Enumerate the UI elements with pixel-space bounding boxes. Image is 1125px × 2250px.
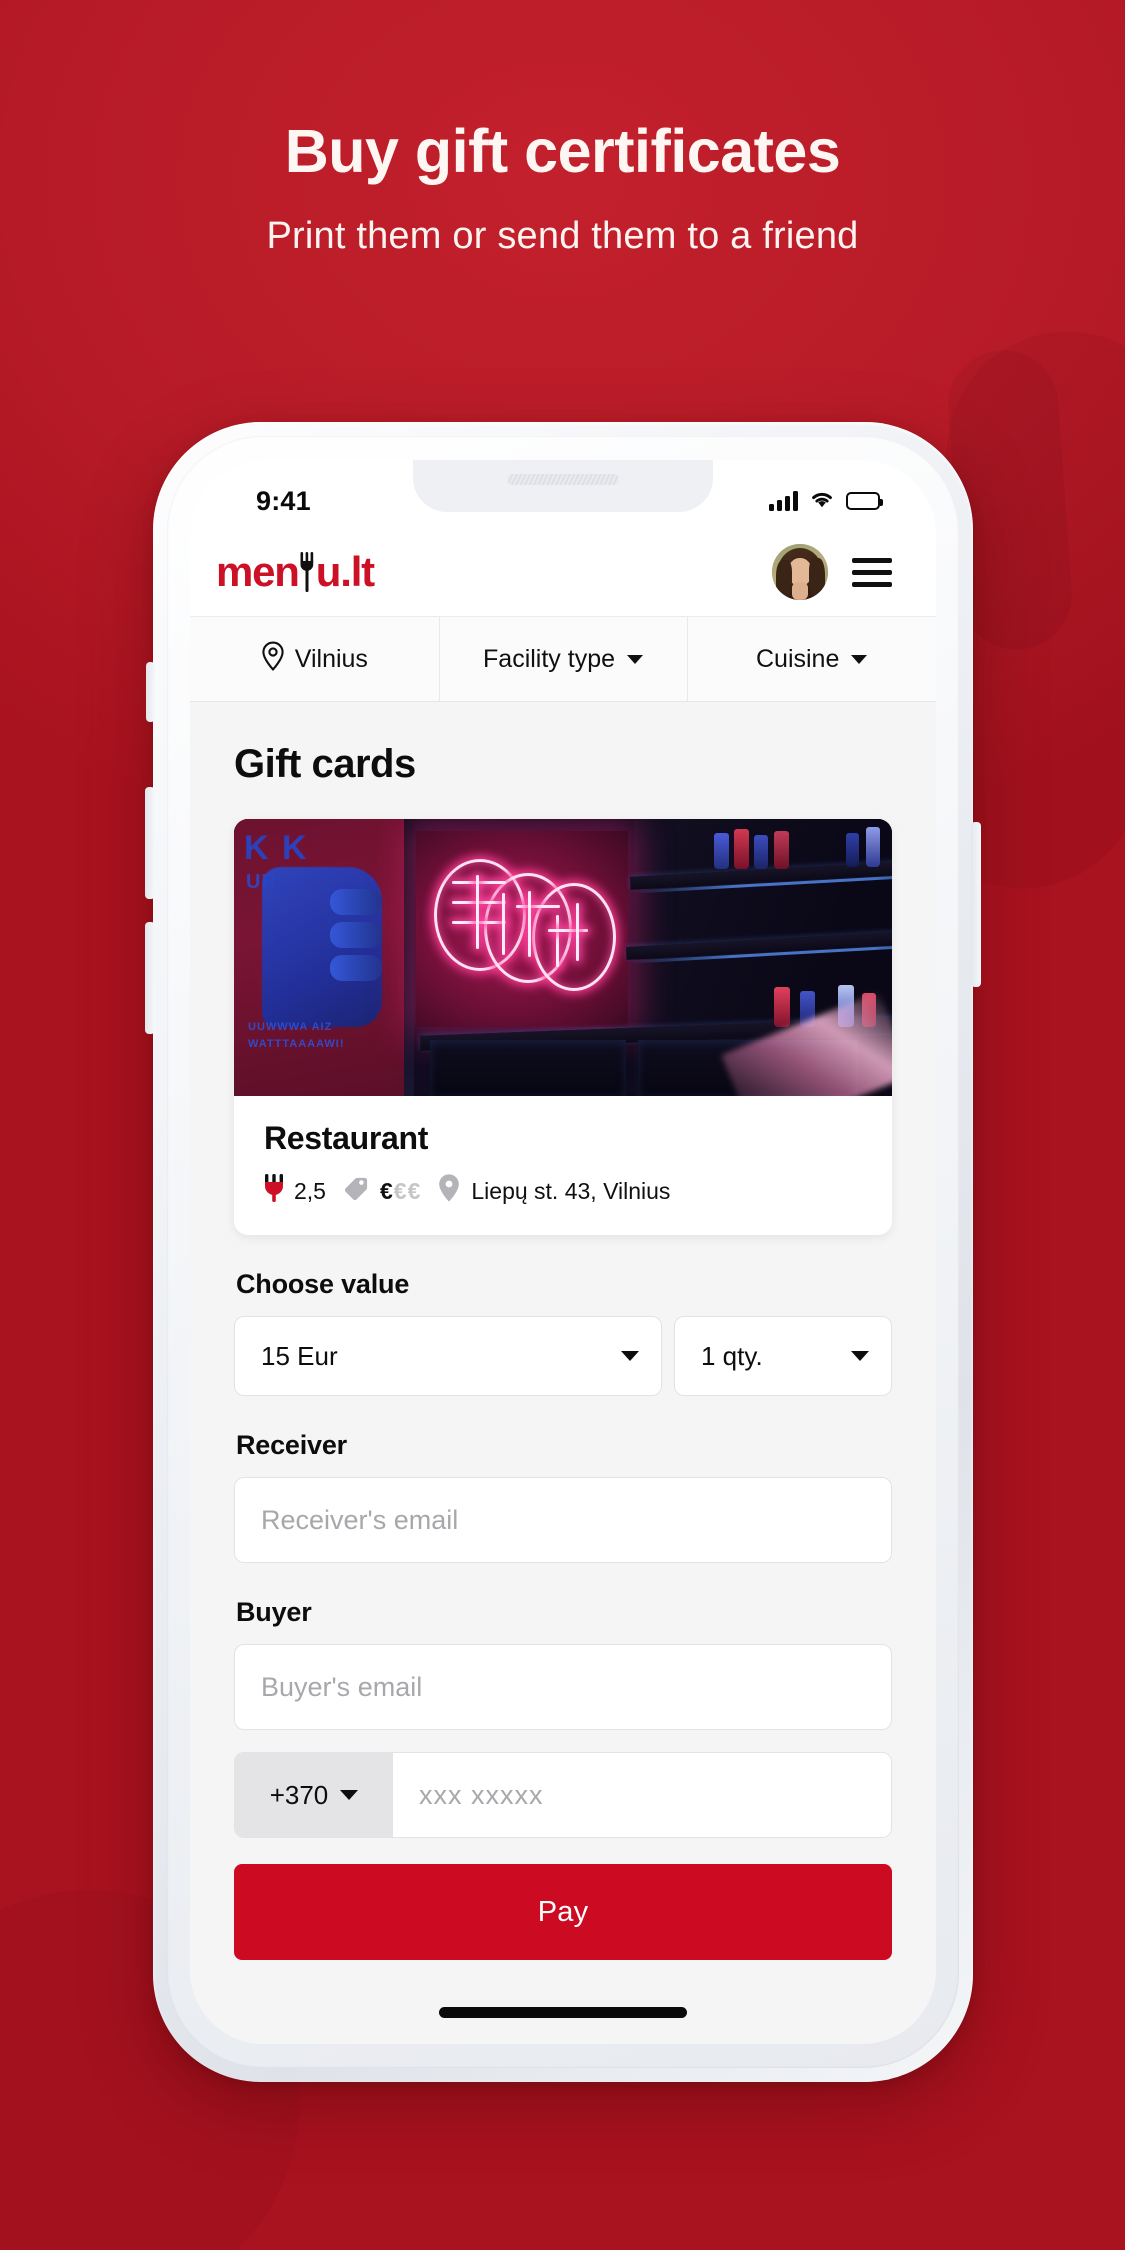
restaurant-price-level: €€€	[342, 1174, 421, 1208]
page-title: Gift cards	[234, 742, 416, 786]
logo-text-after: u.lt	[315, 548, 375, 595]
home-indicator[interactable]	[439, 2007, 687, 2018]
signal-bars-icon	[769, 491, 798, 511]
restaurant-meta: 2,5 €€€ Liepų st. 43, Vilnius	[264, 1173, 862, 1209]
avatar[interactable]	[772, 544, 828, 600]
restaurant-card[interactable]: K K UR UUWWWA AIZWATTTAAAAWI!	[234, 819, 892, 1235]
header-right-group	[772, 544, 892, 600]
receiver-label: Receiver	[236, 1430, 347, 1460]
value-select[interactable]: 15 Eur	[234, 1316, 662, 1396]
logo-text-before: men	[216, 548, 300, 595]
wifi-icon	[809, 489, 835, 514]
chevron-down-icon	[851, 1351, 869, 1361]
filter-city[interactable]: Vilnius	[190, 617, 439, 701]
choose-value-label: Choose value	[236, 1269, 410, 1299]
location-pin-icon	[437, 1173, 461, 1209]
buyer-label: Buyer	[236, 1597, 312, 1627]
battery-icon	[846, 492, 883, 510]
restaurant-address-text: Liepų st. 43, Vilnius	[471, 1177, 671, 1204]
chevron-down-icon	[340, 1790, 359, 1800]
gift-card-form: Choose value 15 Eur 1 qty. Receiver Buye…	[190, 1269, 936, 1960]
phone-mockup: 9:41 men u.lt Vilnius Facility type Cuis…	[145, 422, 981, 2082]
country-code-select[interactable]: +370	[235, 1753, 393, 1837]
chevron-down-icon	[621, 1351, 639, 1361]
price-tag-icon	[342, 1174, 370, 1208]
volume-up-button[interactable]	[145, 787, 155, 899]
power-button[interactable]	[971, 822, 981, 987]
volume-down-button[interactable]	[145, 922, 155, 1034]
country-code-text: +370	[269, 1779, 329, 1810]
status-icons	[769, 489, 883, 514]
value-qty-row: 15 Eur 1 qty.	[234, 1316, 892, 1396]
promo-text-block: Buy gift certificates Print them or send…	[0, 117, 1125, 258]
phone-number-input[interactable]	[393, 1753, 891, 1837]
restaurant-name: Restaurant	[264, 1120, 429, 1156]
silent-switch-button[interactable]	[146, 662, 155, 722]
filter-city-label: Vilnius	[294, 644, 368, 673]
filter-cuisine-label: Cuisine	[755, 644, 840, 673]
chevron-down-icon	[627, 654, 643, 664]
restaurant-rating-value: 2,5	[294, 1177, 326, 1204]
chevron-down-icon	[851, 654, 868, 664]
status-time: 9:41	[256, 485, 311, 516]
restaurant-price-marks: €€€	[380, 1178, 421, 1205]
app-header: men u.lt	[190, 528, 936, 616]
price-level-filled: €	[379, 1177, 394, 1204]
promo-title: Buy gift certificates	[284, 117, 841, 185]
restaurant-info: Restaurant 2,5 €€€ Liepų st. 43, Vilnius	[234, 1096, 892, 1235]
phone-notch	[413, 460, 713, 512]
buyer-email-input[interactable]	[234, 1644, 892, 1730]
filter-cuisine[interactable]: Cuisine	[687, 617, 936, 701]
notch-speaker	[507, 473, 619, 485]
price-level-empty: €€	[393, 1177, 422, 1204]
meniu-lt-logo[interactable]: men u.lt	[216, 548, 375, 596]
phone-screen: 9:41 men u.lt Vilnius Facility type Cuis…	[190, 460, 936, 2044]
location-pin-icon	[261, 641, 285, 678]
phone-number-row: +370	[234, 1752, 892, 1838]
pay-button[interactable]: Pay	[234, 1864, 892, 1960]
fork-rating-icon	[264, 1174, 284, 1208]
hamburger-menu-icon[interactable]	[852, 557, 892, 587]
quantity-select[interactable]: 1 qty.	[674, 1316, 892, 1396]
filter-facility-type[interactable]: Facility type	[438, 617, 688, 701]
filter-bar: Vilnius Facility type Cuisine	[190, 616, 936, 702]
restaurant-address: Liepų st. 43, Vilnius	[437, 1173, 670, 1209]
receiver-email-input[interactable]	[234, 1477, 892, 1563]
page-content: Gift cards K K UR UUWWWA AIZWATTTAAAAWI!	[190, 702, 936, 2044]
promo-subtitle: Print them or send them to a friend	[266, 215, 859, 258]
filter-facility-type-label: Facility type	[483, 644, 615, 673]
restaurant-photo: K K UR UUWWWA AIZWATTTAAAAWI!	[234, 819, 892, 1096]
value-select-text: 15 Eur	[261, 1340, 338, 1371]
quantity-select-text: 1 qty.	[701, 1340, 763, 1371]
restaurant-rating: 2,5	[264, 1174, 326, 1208]
